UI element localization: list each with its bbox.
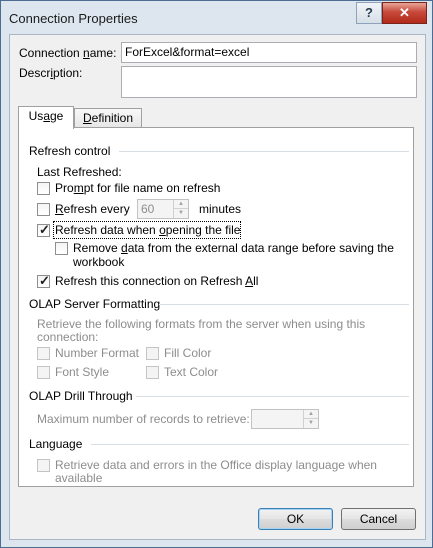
stepper-up-icon[interactable]: ▲ (304, 410, 318, 419)
text-color-checkbox[interactable] (146, 366, 159, 379)
refresh-control-section: Refresh control (29, 144, 413, 158)
tab-usage[interactable]: Usage (18, 106, 74, 129)
stepper-arrows: ▲ ▼ (303, 410, 318, 428)
refresh-control-title: Refresh control (29, 144, 117, 158)
title-bar[interactable]: Connection Properties ? ✕ (1, 1, 432, 34)
olap-formatting-section: OLAP Server Formatting (29, 297, 413, 311)
olap-formatting-title: OLAP Server Formatting (29, 297, 167, 311)
help-button[interactable]: ? (356, 2, 382, 24)
minutes-label: minutes (199, 202, 242, 216)
prompt-file-name-checkbox[interactable] (37, 182, 50, 195)
description-input[interactable] (121, 66, 417, 98)
connection-properties-dialog: Connection Properties ? ✕ Connection nam… (0, 0, 433, 548)
focus-rectangle (53, 221, 241, 239)
language-section: Language (29, 437, 413, 451)
max-records-label: Maximum number of records to retrieve: (37, 412, 250, 426)
stepper-up-icon[interactable]: ▲ (174, 200, 188, 209)
section-divider (159, 304, 409, 305)
max-records-stepper[interactable]: ▲ ▼ (251, 409, 319, 429)
olap-drill-section: OLAP Drill Through (29, 389, 413, 403)
cancel-button[interactable]: Cancel (341, 508, 416, 530)
refresh-all-label: Refresh this connection on Refresh All (55, 274, 259, 288)
connection-name-value: ForExcel&format=excel (125, 45, 250, 59)
connection-name-input[interactable]: ForExcel&format=excel (121, 42, 417, 63)
section-divider (119, 151, 409, 152)
section-divider (136, 396, 409, 397)
text-color-label: Text Color (164, 365, 219, 379)
connection-name-label: Connection name: (19, 46, 117, 60)
refresh-every-label: Refresh every (55, 202, 130, 216)
last-refreshed-label: Last Refreshed: (37, 165, 122, 179)
font-style-label: Font Style (55, 365, 110, 379)
stepper-down-icon[interactable]: ▼ (174, 209, 188, 218)
office-language-label-line2: available (55, 471, 103, 485)
dialog-client-area: Connection name: ForExcel&format=excel D… (9, 34, 426, 540)
ok-button[interactable]: OK (258, 508, 333, 530)
tab-definition[interactable]: Definition (74, 108, 142, 128)
language-title: Language (29, 437, 89, 451)
refresh-interval-stepper[interactable]: 60 ▲ ▼ (137, 199, 189, 219)
number-format-label: Number Format (55, 346, 140, 360)
refresh-every-checkbox[interactable] (37, 203, 50, 216)
dialog-title: Connection Properties (9, 11, 138, 26)
refresh-on-open-checkbox[interactable] (37, 222, 50, 238)
remove-data-checkbox[interactable] (55, 242, 68, 255)
remove-data-label: Remove data from the external data range… (73, 241, 394, 255)
description-label: Description: (19, 66, 83, 80)
office-language-checkbox[interactable] (37, 459, 50, 472)
section-divider (91, 444, 409, 445)
stepper-arrows: ▲ ▼ (173, 200, 188, 218)
font-style-checkbox[interactable] (37, 366, 50, 379)
olap-drill-title: OLAP Drill Through (29, 389, 139, 403)
remove-data-label-line2: workbook (73, 255, 125, 269)
refresh-all-checkbox[interactable] (37, 273, 50, 289)
fill-color-checkbox[interactable] (146, 347, 159, 360)
olap-formatting-description-line2: connection: (37, 330, 99, 344)
prompt-file-name-label: Prompt for file name on refresh (55, 181, 221, 195)
olap-formatting-description: Retrieve the following formats from the … (37, 317, 366, 331)
fill-color-label: Fill Color (164, 346, 212, 360)
usage-tab-panel: Refresh control Last Refreshed: Prompt f… (18, 127, 414, 487)
close-button[interactable]: ✕ (382, 2, 427, 24)
number-format-checkbox[interactable] (37, 347, 50, 360)
stepper-down-icon[interactable]: ▼ (304, 419, 318, 428)
refresh-interval-value: 60 (141, 202, 155, 216)
office-language-label: Retrieve data and errors in the Office d… (55, 458, 377, 472)
close-icon: ✕ (399, 5, 410, 20)
